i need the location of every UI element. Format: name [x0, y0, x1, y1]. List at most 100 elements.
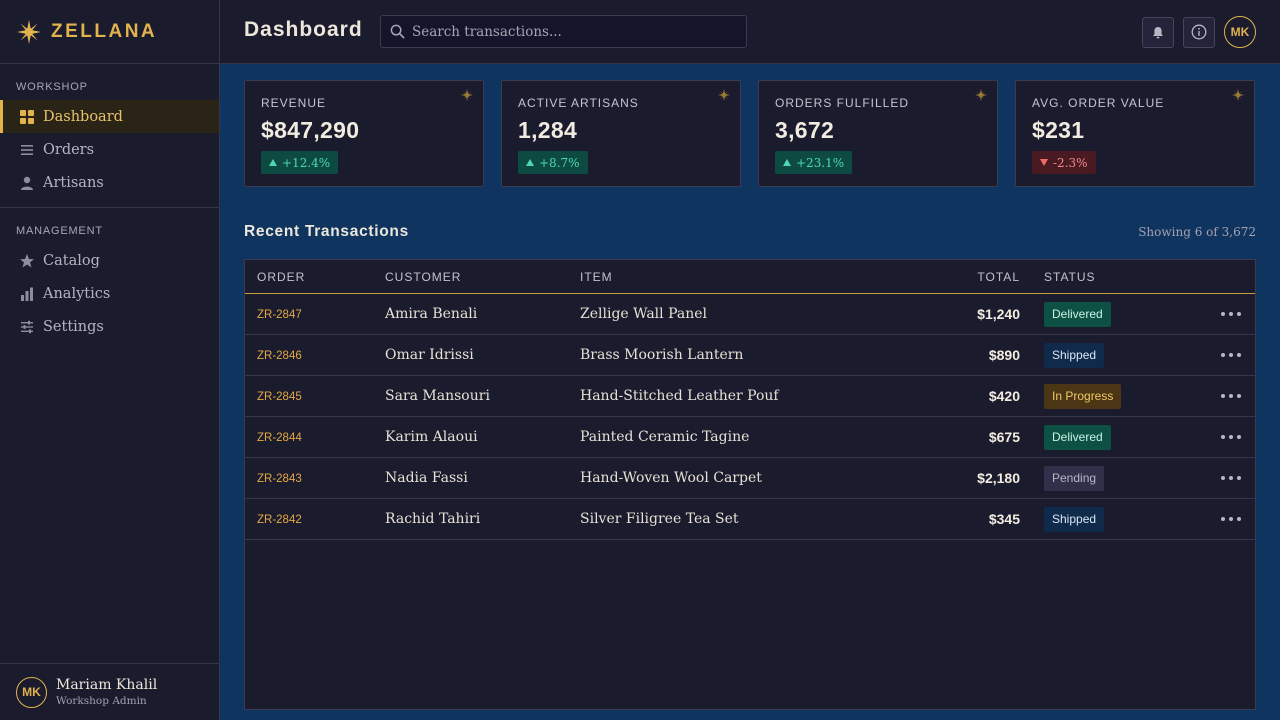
total-cell: $345	[988, 510, 1020, 527]
total-cell: $420	[988, 387, 1020, 404]
table-row[interactable]: ZR-2845 Sara Mansouri Hand-Stitched Leat…	[245, 376, 1255, 417]
brand[interactable]: ZELLANA	[0, 0, 219, 64]
star-ornament-icon	[975, 89, 987, 101]
sidebar-item-artisans[interactable]: Artisans	[0, 166, 219, 199]
item-cell: Zellige Wall Panel	[580, 306, 707, 322]
sun-star-icon	[17, 19, 41, 44]
nav-heading: MANAGEMENT	[16, 225, 103, 237]
stat-delta-value: +12.4%	[282, 155, 331, 170]
stat-delta: +23.1%	[775, 151, 853, 174]
star-ornament-icon	[718, 89, 730, 101]
info-button[interactable]	[1183, 16, 1215, 48]
sliders-icon	[19, 319, 35, 335]
notifications-button[interactable]	[1142, 16, 1174, 48]
status-badge: Shipped	[1044, 342, 1105, 368]
table-row[interactable]: ZR-2846 Omar Idrissi Brass Moorish Lante…	[245, 335, 1255, 376]
column-header-item[interactable]: ITEM	[580, 270, 900, 284]
more-options-icon[interactable]	[1221, 476, 1241, 480]
sidebar-item-orders[interactable]: Orders	[0, 133, 219, 166]
sidebar-item-analytics[interactable]: Analytics	[0, 277, 219, 310]
status-badge: Shipped	[1044, 506, 1105, 532]
order-id-link[interactable]: ZR-2846	[257, 350, 302, 362]
item-cell: Hand-Stitched Leather Pouf	[580, 388, 779, 404]
search-input[interactable]	[412, 23, 732, 40]
bell-icon	[1153, 26, 1163, 38]
stat-value: 1,284	[518, 117, 578, 143]
arrow-up-icon	[526, 159, 534, 166]
page-title: Dashboard	[244, 18, 363, 41]
main-area: Dashboard MK	[220, 0, 1280, 720]
stat-label: ACTIVE ARTISANS	[518, 96, 639, 110]
section-title: Recent Transactions	[244, 223, 409, 240]
sidebar-item-label: Dashboard	[43, 108, 123, 125]
more-options-icon[interactable]	[1221, 312, 1241, 316]
more-options-icon[interactable]	[1221, 353, 1241, 357]
order-id-link[interactable]: ZR-2844	[257, 432, 302, 444]
order-id-link[interactable]: ZR-2845	[257, 391, 302, 403]
status-badge: Pending	[1044, 465, 1105, 491]
table-row[interactable]: ZR-2844 Karim Alaoui Painted Ceramic Tag…	[245, 417, 1255, 458]
sidebar-item-label: Orders	[43, 141, 95, 158]
stat-label: AVG. ORDER VALUE	[1032, 96, 1165, 110]
more-options-icon[interactable]	[1221, 517, 1241, 521]
column-header-status[interactable]: STATUS	[1020, 270, 1180, 284]
table-header: ORDER CUSTOMER ITEM TOTAL STATUS	[245, 260, 1255, 294]
total-cell: $675	[988, 428, 1020, 445]
stat-delta: -2.3%	[1032, 151, 1096, 174]
total-cell: $1,240	[977, 305, 1020, 322]
stats-row: REVENUE $847,290 +12.4% ACTIVE ARTISANS …	[244, 80, 1256, 187]
item-cell: Silver Filigree Tea Set	[580, 511, 739, 527]
grid-icon	[19, 109, 35, 125]
customer-cell: Nadia Fassi	[385, 470, 468, 486]
dashboard-content: REVENUE $847,290 +12.4% ACTIVE ARTISANS …	[244, 80, 1256, 710]
star-ornament-icon	[1232, 89, 1244, 101]
stat-delta-value: +8.7%	[539, 155, 580, 170]
stat-card-avg-order-value: AVG. ORDER VALUE $231 -2.3%	[1015, 80, 1255, 187]
table-row[interactable]: ZR-2843 Nadia Fassi Hand-Woven Wool Carp…	[245, 458, 1255, 499]
table-row[interactable]: ZR-2847 Amira Benali Zellige Wall Panel …	[245, 294, 1255, 335]
nav-section-workshop: WORKSHOP Dashboard Orders Artisans	[0, 64, 219, 207]
sidebar-item-label: Artisans	[43, 174, 104, 191]
nav-heading: WORKSHOP	[16, 81, 88, 93]
arrow-up-icon	[783, 159, 791, 166]
sidebar-item-label: Settings	[43, 318, 104, 335]
column-header-total[interactable]: TOTAL	[900, 270, 1020, 284]
stat-card-orders-fulfilled: ORDERS FULFILLED 3,672 +23.1%	[758, 80, 998, 187]
total-cell: $2,180	[977, 469, 1020, 486]
more-options-icon[interactable]	[1221, 435, 1241, 439]
stat-delta-value: -2.3%	[1053, 155, 1088, 170]
nav-section-management: MANAGEMENT Catalog Analytics Settings	[0, 207, 219, 351]
sidebar-item-settings[interactable]: Settings	[0, 310, 219, 343]
more-options-icon[interactable]	[1221, 394, 1241, 398]
user-profile[interactable]: MK Mariam Khalil Workshop Admin	[0, 663, 219, 720]
search-box[interactable]	[380, 15, 747, 48]
stat-delta-value: +23.1%	[796, 155, 845, 170]
total-cell: $890	[988, 346, 1020, 363]
order-id-link[interactable]: ZR-2847	[257, 309, 302, 321]
info-icon	[1191, 24, 1207, 40]
user-role: Workshop Admin	[56, 694, 147, 707]
order-id-link[interactable]: ZR-2843	[257, 473, 302, 485]
column-header-order[interactable]: ORDER	[245, 270, 385, 284]
column-header-customer[interactable]: CUSTOMER	[385, 270, 580, 284]
transactions-table: ORDER CUSTOMER ITEM TOTAL STATUS ZR-2847…	[244, 259, 1256, 710]
table-row[interactable]: ZR-2842 Rachid Tahiri Silver Filigree Te…	[245, 499, 1255, 540]
topbar: Dashboard MK	[220, 0, 1280, 64]
sidebar: ZELLANA WORKSHOP Dashboard Orders Artisa…	[0, 0, 220, 720]
arrow-up-icon	[269, 159, 277, 166]
sidebar-item-dashboard[interactable]: Dashboard	[0, 100, 219, 133]
item-cell: Painted Ceramic Tagine	[580, 429, 750, 445]
stat-value: $231	[1032, 117, 1085, 143]
order-id-link[interactable]: ZR-2842	[257, 514, 302, 526]
stat-label: REVENUE	[261, 96, 327, 110]
stat-value: $847,290	[261, 117, 360, 143]
arrow-down-icon	[1040, 159, 1048, 166]
customer-cell: Karim Alaoui	[385, 429, 478, 445]
status-badge: In Progress	[1044, 383, 1122, 409]
status-badge: Delivered	[1044, 424, 1111, 450]
avatar[interactable]: MK	[1224, 16, 1256, 48]
star-ornament-icon	[461, 89, 473, 101]
transactions-count: Showing 6 of 3,672	[1138, 225, 1256, 239]
transactions-header: Recent Transactions Showing 6 of 3,672	[244, 220, 1256, 244]
sidebar-item-catalog[interactable]: Catalog	[0, 244, 219, 277]
